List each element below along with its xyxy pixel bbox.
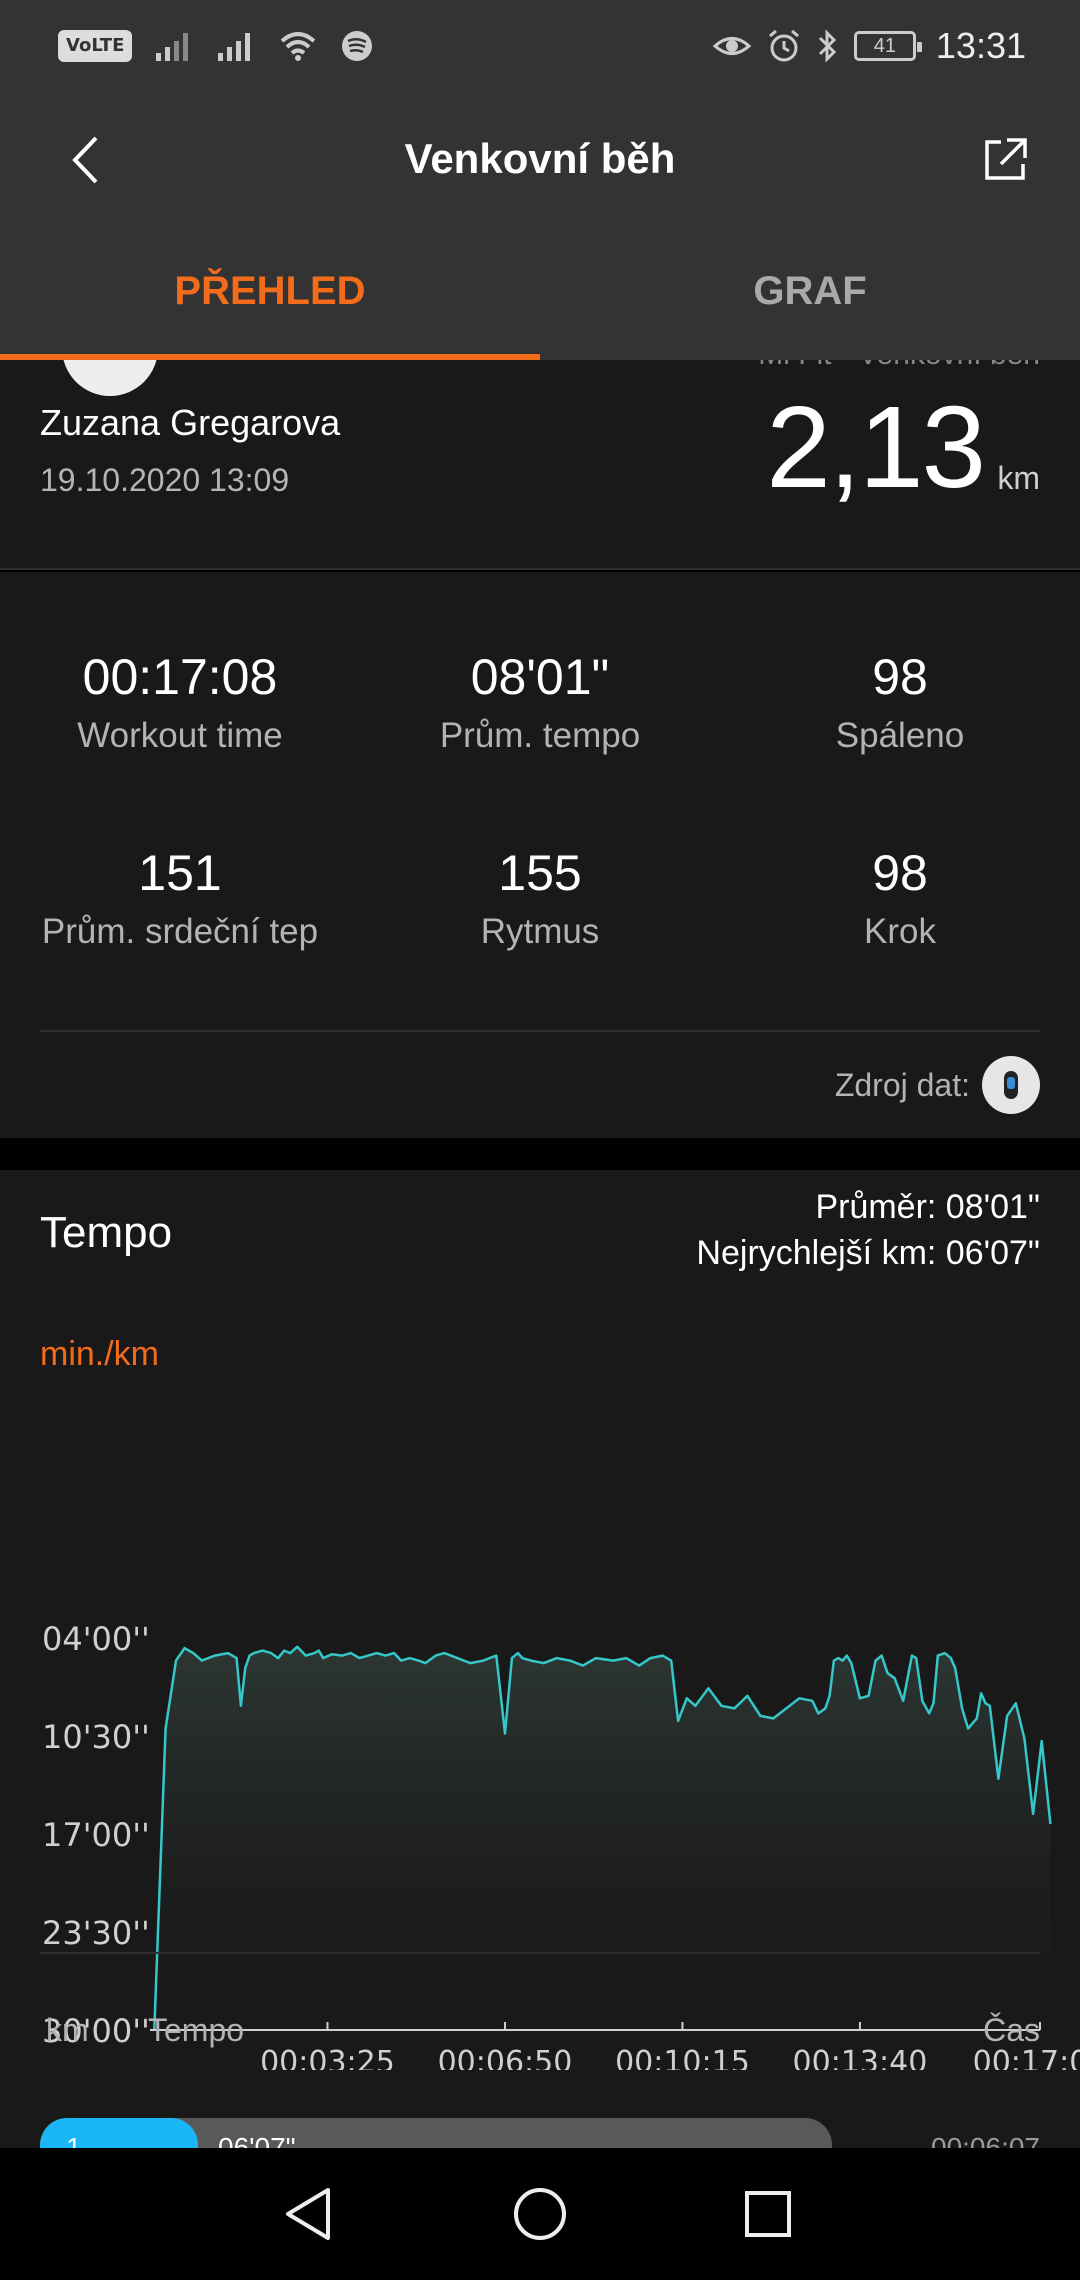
status-bar: VoLTE 41 13:31 <box>0 0 1080 95</box>
tab-graph[interactable]: GRAF <box>540 225 1080 360</box>
band-device-icon <box>982 1056 1040 1114</box>
pace-average: Průměr: 08'01" <box>815 1188 1040 1226</box>
data-source-label: Zdroj dat: <box>834 1066 970 1103</box>
x-tick-label: 00:13:40 <box>793 2045 928 2070</box>
page-title: Venkovní běh <box>404 135 676 182</box>
alarm-icon <box>768 29 799 62</box>
square-recents-icon <box>745 2191 791 2237</box>
signal-2-icon <box>218 33 251 61</box>
nav-home-button[interactable] <box>504 2178 576 2250</box>
workout-source-caption: Mi Fit · Venkovní běh <box>758 360 1040 372</box>
stat-avg-pace: 08'01" Prům. tempo <box>360 648 720 756</box>
eye-icon <box>712 37 752 55</box>
stat-value: 08'01" <box>470 649 610 705</box>
title-bar: Venkovní běh <box>0 95 1080 225</box>
system-nav-bar <box>0 2148 1080 2280</box>
battery-level: 41 <box>873 34 897 57</box>
x-tick-label: 00:03:25 <box>260 2045 395 2070</box>
stat-label: Krok <box>864 912 936 951</box>
stat-stride: 98 Krok <box>720 844 1080 952</box>
share-icon <box>985 138 1027 180</box>
pace-chart[interactable]: 04'00''10'30''17'00''23'30''30'00''00:03… <box>0 1410 1080 2070</box>
triangle-back-icon <box>286 2188 330 2240</box>
pace-section: Tempo Průměr: 08'01" Nejrychlejší km: 06… <box>0 1170 1080 2172</box>
pace-area <box>154 1646 1051 2030</box>
col-header-pace: Tempo <box>148 2012 245 2048</box>
user-name: Zuzana Gregarova <box>40 402 341 443</box>
stat-avg-heart-rate: 151 Prům. srdeční tep <box>0 844 360 952</box>
workout-summary: Mi Fit · Venkovní běh Zuzana Gregarova 1… <box>0 360 1080 570</box>
y-tick-label: 04'00'' <box>42 1620 150 1658</box>
stat-label: Spáleno <box>835 716 965 755</box>
nav-back-button[interactable] <box>272 2178 344 2250</box>
divider <box>40 1030 1040 1032</box>
y-tick-label: 17'00'' <box>42 1816 150 1854</box>
x-tick-label: 00:10:15 <box>615 2045 750 2070</box>
stats-grid: 00:17:08 Workout time 08'01" Prům. tempo… <box>0 572 1080 1138</box>
section-gap <box>0 1138 1080 1170</box>
stat-workout-time: 00:17:08 Workout time <box>0 648 360 756</box>
col-header-km: km <box>46 2012 89 2048</box>
stat-value: 00:17:08 <box>82 649 278 705</box>
stat-label: Prům. srdeční tep <box>41 912 319 951</box>
distance-unit: km <box>997 460 1040 496</box>
wifi-icon <box>281 32 316 61</box>
data-source[interactable]: Zdroj dat: <box>835 1056 1040 1114</box>
bluetooth-icon <box>818 29 837 63</box>
x-tick-label: 00:06:50 <box>438 2045 573 2070</box>
stat-label: Rytmus <box>480 912 600 951</box>
stat-calories: 98 Spáleno <box>720 648 1080 756</box>
y-tick-label: 23'30'' <box>42 1914 150 1952</box>
spotify-icon <box>342 31 373 61</box>
stat-value: 155 <box>498 845 582 901</box>
circle-home-icon <box>514 2188 566 2240</box>
volte-icon: VoLTE <box>58 30 133 62</box>
stat-cadence: 155 Rytmus <box>360 844 720 952</box>
pace-unit-label: min./km <box>40 1335 159 1373</box>
pace-title: Tempo <box>40 1208 173 1257</box>
avatar <box>62 360 158 396</box>
tab-overview[interactable]: PŘEHLED <box>0 225 540 360</box>
share-button[interactable] <box>970 125 1040 195</box>
tab-bar: PŘEHLED GRAF <box>0 225 1080 360</box>
y-tick-label: 10'30'' <box>42 1718 150 1756</box>
status-time: 13:31 <box>935 25 1026 66</box>
battery-icon: 41 <box>853 31 922 61</box>
workout-date: 19.10.2020 13:09 <box>40 462 290 498</box>
stat-label: Prům. tempo <box>439 716 641 755</box>
nav-recents-button[interactable] <box>732 2178 804 2250</box>
distance-value: 2,13 <box>766 382 986 512</box>
stat-value: 98 <box>872 845 928 901</box>
stat-value: 98 <box>872 649 928 705</box>
stat-value: 151 <box>138 845 222 901</box>
signal-1-icon <box>156 33 189 61</box>
col-header-time: Čas <box>983 2012 1040 2048</box>
divider <box>40 1952 1040 1954</box>
pace-fastest-km: Nejrychlejší km: 06'07" <box>696 1234 1040 1272</box>
stat-label: Workout time <box>77 716 283 755</box>
